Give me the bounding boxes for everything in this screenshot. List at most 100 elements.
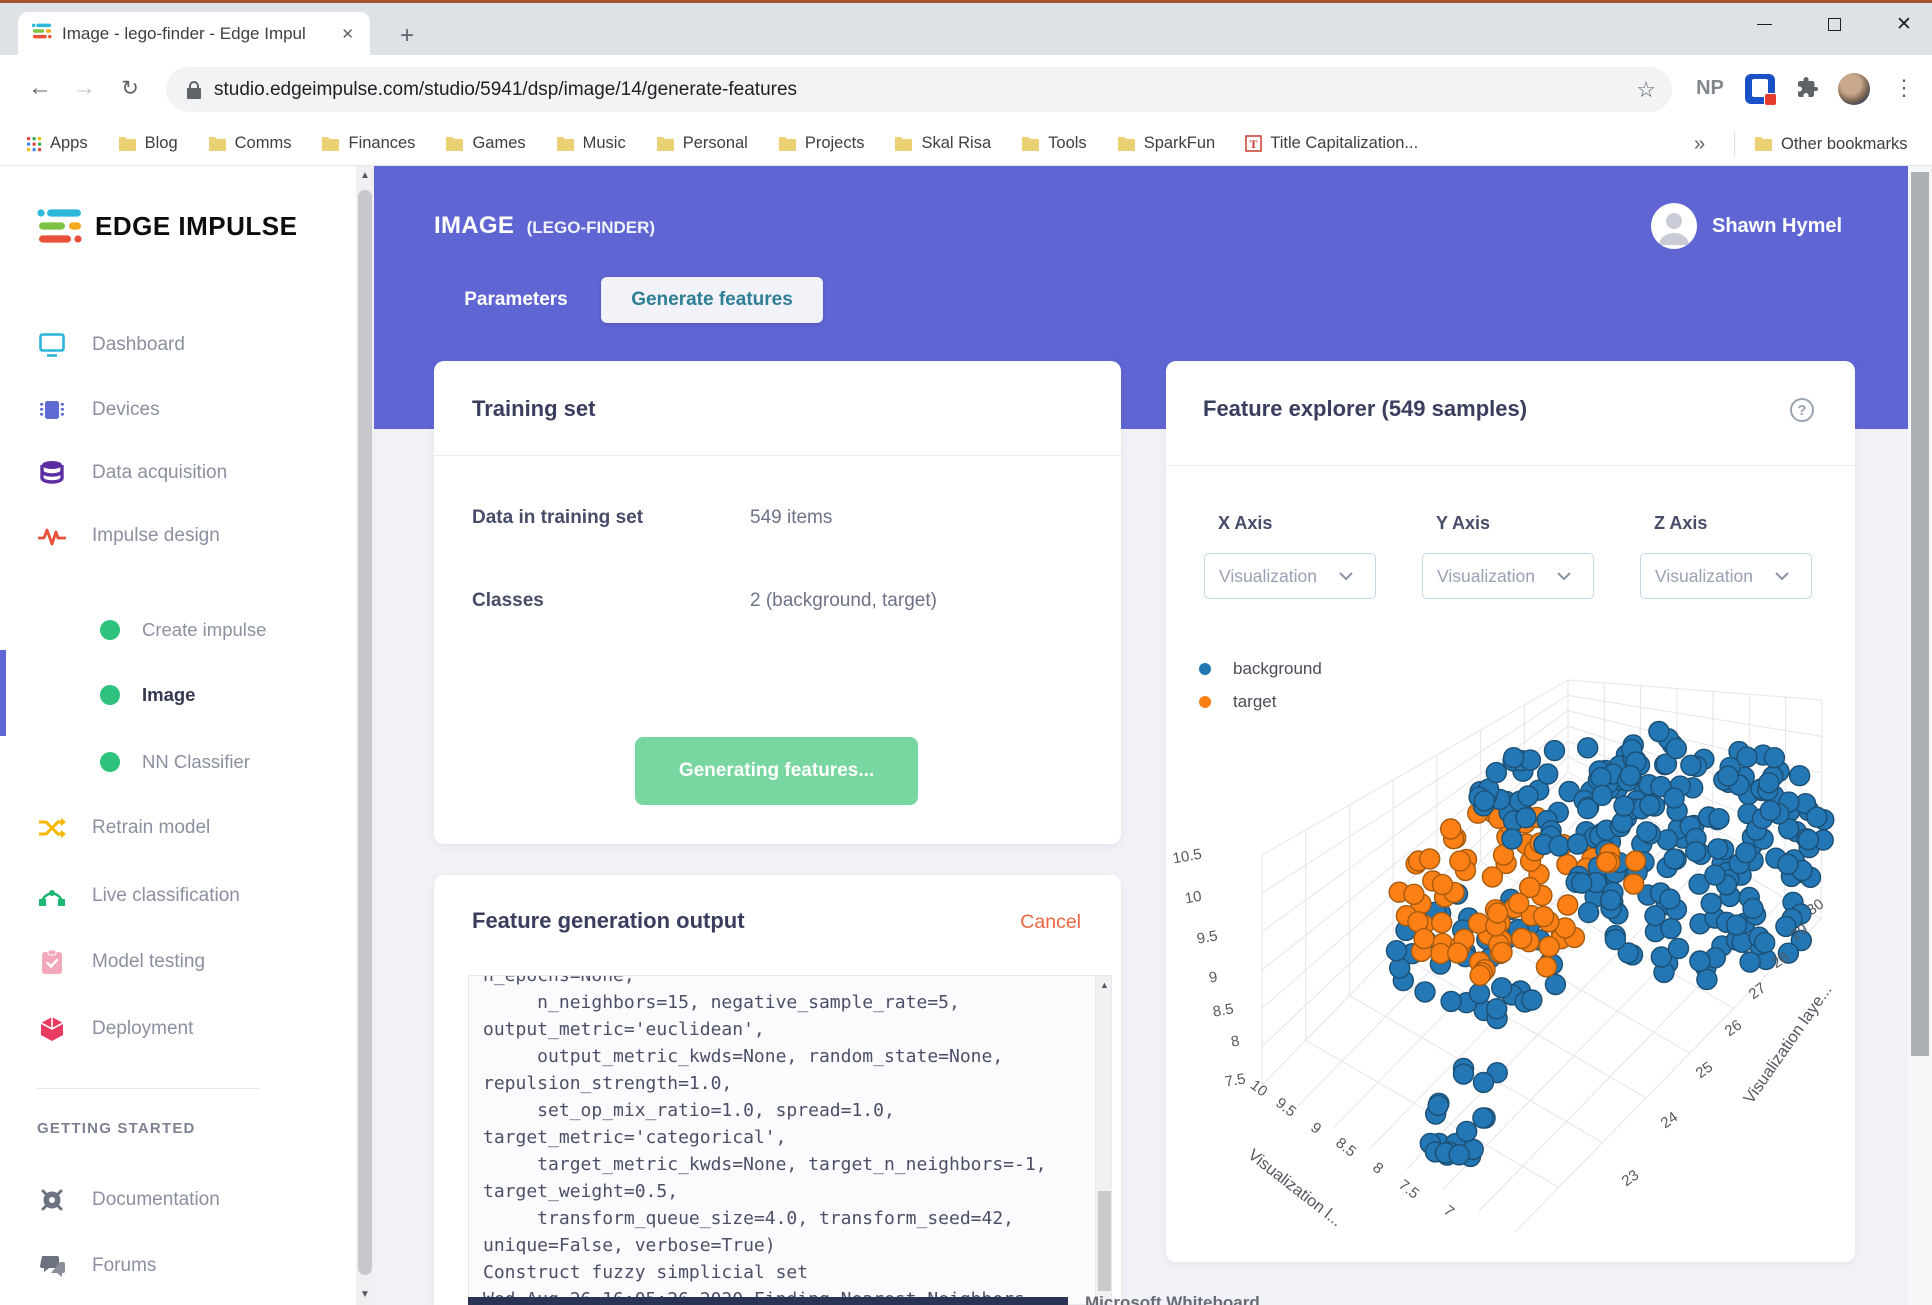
tab-parameters[interactable]: Parameters [451, 277, 581, 323]
scatter-point-background[interactable] [1472, 1107, 1494, 1129]
bookmark-item[interactable]: Blog [118, 134, 178, 153]
bookmark-item[interactable]: Personal [656, 134, 748, 153]
scatter-point-background[interactable] [1468, 982, 1491, 1005]
scatter-point-target[interactable] [1481, 866, 1504, 888]
bookmark-item[interactable]: Finances [321, 134, 415, 153]
scatter-point-background[interactable] [1619, 764, 1641, 787]
sidebar-item-model-testing[interactable]: Model testing [0, 938, 356, 986]
scatter-point-background[interactable] [1663, 848, 1685, 870]
scatter-point-background[interactable] [1485, 761, 1507, 784]
edge-impulse-logo[interactable]: EDGE IMPULSE [37, 207, 297, 245]
scatter-point-background[interactable] [1537, 763, 1559, 785]
scatter-point-background[interactable] [1414, 981, 1436, 1003]
sidebar-item-live-classification[interactable]: Live classification [0, 872, 356, 920]
tab-close-icon[interactable]: ✕ [337, 23, 358, 45]
scatter-point-background[interactable] [1473, 790, 1496, 812]
scatter-point-target[interactable] [1431, 873, 1454, 896]
scatter-point-target[interactable] [1447, 942, 1469, 964]
scatter-point-target[interactable] [1491, 941, 1513, 964]
scatter-point-target[interactable] [1413, 928, 1435, 950]
scroll-up-icon[interactable]: ▲ [356, 170, 374, 181]
page-scrollbar-thumb[interactable] [1911, 172, 1929, 1056]
scatter-point-background[interactable] [1659, 888, 1681, 910]
scatter-point-target[interactable] [1532, 905, 1555, 928]
browser-tab[interactable]: Image - lego-finder - Edge Impul ✕ [18, 12, 370, 55]
address-bar[interactable]: studio.edgeimpulse.com/studio/5941/dsp/i… [166, 67, 1672, 112]
profile-np-badge[interactable]: NP [1688, 66, 1732, 110]
scatter-point-target[interactable] [1624, 850, 1647, 872]
scatter-point-background[interactable] [1502, 746, 1525, 769]
sidebar-item-nn-classifier[interactable]: NN Classifier [0, 738, 356, 786]
scatter-point-background[interactable] [1717, 765, 1739, 787]
scatter-point-target[interactable] [1449, 850, 1471, 872]
console-scrollbar-thumb[interactable] [1098, 1191, 1111, 1291]
scatter-point-background[interactable] [1754, 932, 1776, 954]
bookmark-item[interactable]: Music [556, 134, 626, 153]
scatter-point-background[interactable] [1385, 940, 1408, 962]
scatter-point-background[interactable] [1577, 737, 1599, 759]
scatter-point-background[interactable] [1696, 968, 1718, 991]
sidebar-item-forums[interactable]: Forums [0, 1242, 356, 1290]
bookmark-item[interactable]: Skal Risa [894, 134, 991, 153]
help-icon[interactable]: ? [1790, 398, 1814, 422]
scatter-point-background[interactable] [1486, 998, 1508, 1020]
window-minimize-button[interactable] [1736, 3, 1792, 45]
other-bookmarks-button[interactable]: Other bookmarks [1754, 122, 1908, 166]
scatter-point-background[interactable] [1427, 1094, 1449, 1117]
sidebar-item-impulse-design[interactable]: Impulse design [0, 512, 356, 560]
bookmark-star-icon[interactable]: ☆ [1636, 77, 1656, 103]
scatter-point-background[interactable] [1600, 889, 1622, 911]
bookmarks-overflow-icon[interactable]: » [1694, 122, 1705, 166]
scatter-point-target[interactable] [1431, 912, 1453, 934]
scroll-down-icon[interactable]: ▼ [356, 1289, 374, 1300]
scatter-point-target[interactable] [1440, 818, 1462, 840]
user-avatar[interactable] [1651, 203, 1697, 249]
scatter-point-background[interactable] [1501, 828, 1523, 850]
sidebar-item-documentation[interactable]: Documentation [0, 1176, 356, 1224]
scatter-point-background[interactable] [1758, 772, 1780, 794]
scatter-point-background[interactable] [1689, 950, 1711, 972]
extensions-puzzle-icon[interactable] [1786, 66, 1830, 110]
scatter-point-background[interactable] [1763, 746, 1786, 769]
scatter-point-target[interactable] [1486, 902, 1509, 924]
sidebar-item-retrain-model[interactable]: Retrain model [0, 804, 356, 852]
scatter-point-background[interactable] [1388, 957, 1411, 979]
scatter-point-background[interactable] [1440, 990, 1462, 1013]
sidebar-item-devices[interactable]: Devices [0, 386, 356, 434]
back-button[interactable]: ← [18, 66, 62, 110]
scatter-point-background[interactable] [1472, 1071, 1495, 1094]
bookmark-item[interactable]: Games [445, 134, 526, 153]
scatter-point-background[interactable] [1452, 1063, 1475, 1085]
scatter-point-background[interactable] [1806, 806, 1828, 828]
browser-profile-avatar[interactable] [1838, 73, 1870, 105]
scatter-point-target[interactable] [1623, 873, 1645, 895]
tab-generate-features[interactable]: Generate features [601, 277, 823, 323]
content-scrollbar-thumb[interactable] [358, 190, 372, 1275]
scatter-point-target[interactable] [1557, 894, 1579, 916]
scatter-point-background[interactable] [1700, 892, 1722, 914]
url-text[interactable]: studio.edgeimpulse.com/studio/5941/dsp/i… [214, 79, 1636, 101]
scatter-point-background[interactable] [1591, 784, 1613, 807]
console-scrollbar[interactable]: ▲ [1095, 976, 1111, 1304]
window-close-button[interactable]: ✕ [1876, 3, 1932, 45]
generating-features-button[interactable]: Generating features... [635, 737, 918, 805]
x-axis-select[interactable]: Visualization [1204, 553, 1376, 599]
scatter-point-background[interactable] [1636, 821, 1658, 843]
scatter-point-background[interactable] [1725, 914, 1748, 936]
scatter-point-background[interactable] [1704, 864, 1726, 886]
scatter-point-background[interactable] [1491, 977, 1513, 999]
scatter-point-target[interactable] [1511, 927, 1533, 950]
scatter-point-target[interactable] [1508, 892, 1530, 914]
scatter-point-background[interactable] [1517, 785, 1539, 807]
scatter-point-background[interactable] [1577, 901, 1600, 924]
scatter-point-background[interactable] [1667, 937, 1690, 960]
scatter-point-background[interactable] [1571, 872, 1593, 894]
scatter-point-background[interactable] [1639, 794, 1661, 817]
scatter-point-background[interactable] [1777, 853, 1799, 876]
scatter-point-background[interactable] [1708, 807, 1730, 830]
scatter-point-background[interactable] [1788, 764, 1811, 787]
scatter-point-target[interactable] [1538, 936, 1560, 958]
scatter-point-background[interactable] [1665, 737, 1687, 760]
bookmark-item[interactable]: Tools [1021, 134, 1087, 153]
sidebar-item-dashboard[interactable]: Dashboard [0, 321, 356, 369]
